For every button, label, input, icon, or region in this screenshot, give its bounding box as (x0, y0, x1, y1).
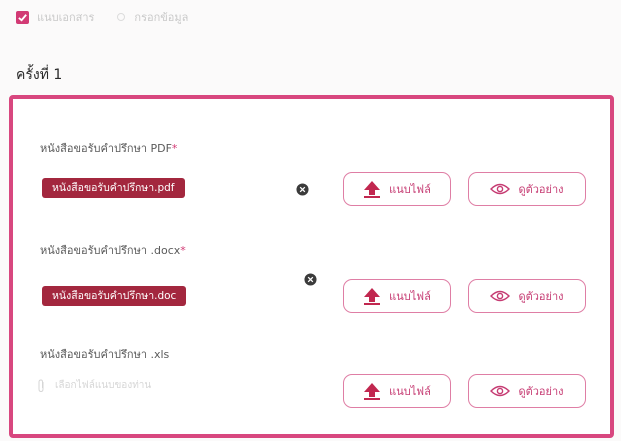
upload-label: แนบไฟล์ (389, 290, 431, 303)
remove-file-icon[interactable] (296, 183, 309, 196)
upload-label: แนบไฟล์ (389, 183, 431, 196)
upload-button-pdf[interactable]: แนบไฟล์ (343, 172, 451, 206)
documents-panel: หนังสือขอรับคำปรึกษา PDF* หนังสือขอรับคำ… (9, 95, 614, 438)
upload-button-docx[interactable]: แนบไฟล์ (343, 279, 451, 313)
file-chip-docx[interactable]: หนังสือขอรับคำปรึกษา.doc (42, 286, 187, 306)
file-placeholder: เลือกไฟล์แนบของท่าน (55, 380, 152, 391)
upload-arrow-icon (364, 288, 381, 305)
preview-button-xls[interactable]: ดูตัวอย่าง (468, 374, 586, 408)
doc-label-pdf: หนังสือขอรับคำปรึกษา PDF* (40, 142, 178, 155)
check-icon (16, 10, 29, 24)
file-chip-pdf[interactable]: หนังสือขอรับคำปรึกษา.pdf (42, 178, 185, 198)
preview-label: ดูตัวอย่าง (518, 183, 564, 196)
upload-arrow-icon (364, 383, 381, 400)
preview-button-pdf[interactable]: ดูตัวอย่าง (468, 172, 586, 206)
preview-button-docx[interactable]: ดูตัวอย่าง (468, 279, 586, 313)
doc-label-xls: หนังสือขอรับคำปรึกษา .xls (40, 348, 170, 361)
round-title: ครั้งที่ 1 (16, 67, 63, 83)
step-tab-attach[interactable]: แนบเอกสาร (37, 8, 94, 26)
step-tab-info[interactable]: กรอกข้อมูล (134, 8, 188, 26)
eye-icon (490, 385, 511, 397)
upload-arrow-icon (364, 181, 381, 198)
step-tabs: แนบเอกสาร กรอกข้อมูล (16, 6, 188, 28)
upload-button-xls[interactable]: แนบไฟล์ (343, 374, 451, 408)
remove-file-icon[interactable] (304, 273, 317, 286)
step-pending-icon (116, 12, 126, 22)
upload-label: แนบไฟล์ (389, 385, 431, 398)
eye-icon (490, 290, 511, 302)
file-picker-xls[interactable]: เลือกไฟล์แนบของท่าน (37, 378, 151, 393)
preview-label: ดูตัวอย่าง (518, 290, 564, 303)
doc-label-docx: หนังสือขอรับคำปรึกษา .docx* (40, 244, 186, 257)
eye-icon (490, 183, 511, 195)
attachment-icon (38, 378, 44, 392)
preview-label: ดูตัวอย่าง (518, 385, 564, 398)
